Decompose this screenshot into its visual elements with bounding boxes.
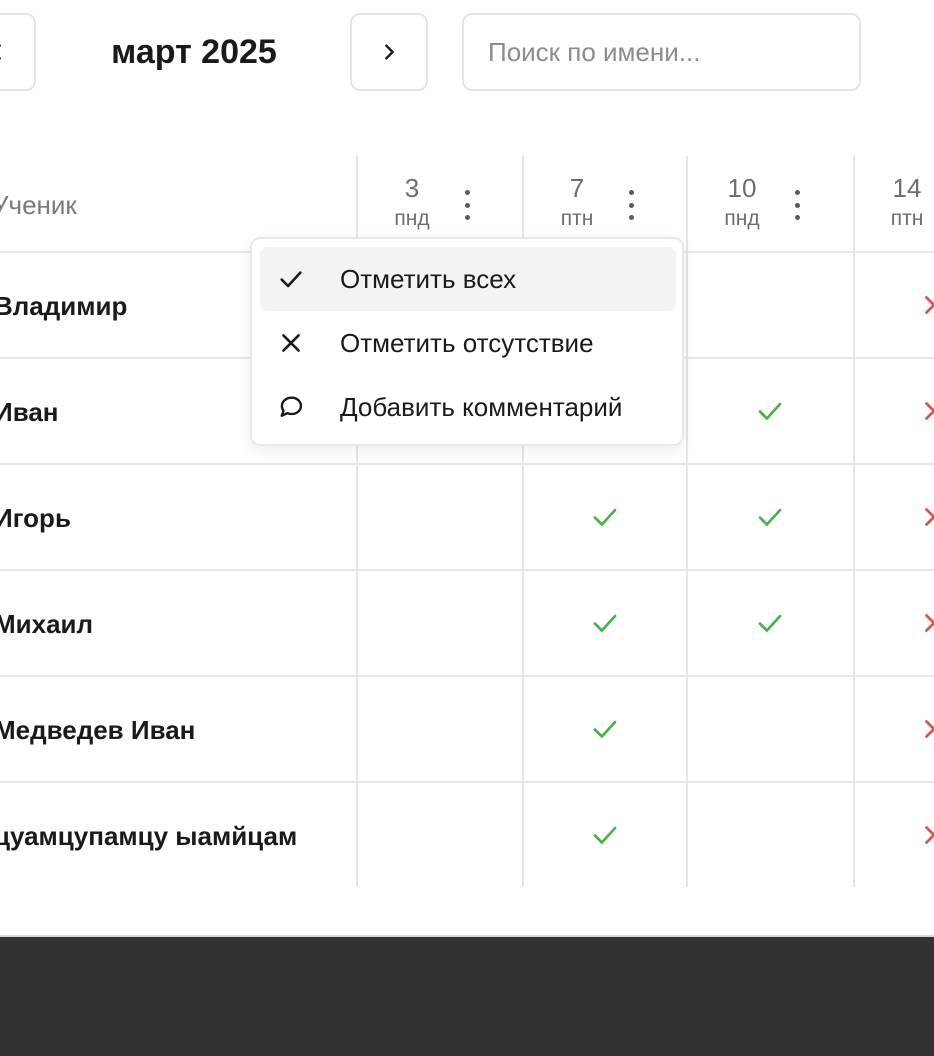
absent-x-icon[interactable] [919, 820, 934, 850]
date-column-header: 7 птн [522, 170, 632, 232]
menu-item-label: Отметить отсутствие [340, 327, 594, 358]
date-day: 14 [892, 173, 922, 203]
search-input[interactable] [464, 15, 859, 89]
present-check-icon[interactable] [755, 396, 785, 426]
present-check-icon[interactable] [755, 608, 785, 638]
menu-item-add-comment[interactable]: Добавить комментарий [260, 375, 676, 439]
chevron-left-icon [0, 44, 1, 60]
menu-item-mark-all[interactable]: Отметить всех [260, 247, 676, 311]
date-context-menu: Отметить всех Отметить отсутствие Добави… [250, 237, 684, 446]
search-field[interactable] [462, 13, 861, 91]
chevron-right-icon [385, 44, 394, 60]
date-day: 7 [569, 173, 585, 203]
row-divider [0, 781, 934, 783]
menu-item-mark-absent[interactable]: Отметить отсутствие [260, 311, 676, 375]
date-column-header: 3 пнд [357, 170, 467, 232]
row-divider [0, 463, 934, 465]
date-column-header: 14 птн [852, 170, 934, 232]
present-check-icon[interactable] [590, 608, 620, 638]
student-column-header: Ученик [0, 190, 77, 220]
row-divider [0, 675, 934, 677]
date-day: 3 [404, 173, 420, 203]
next-month-button[interactable] [350, 13, 428, 91]
absent-x-icon[interactable] [919, 714, 934, 744]
present-check-icon[interactable] [590, 820, 620, 850]
current-month-label: март 2025 [111, 33, 277, 71]
present-check-icon[interactable] [755, 502, 785, 532]
menu-item-label: Отметить всех [340, 263, 517, 294]
date-weekday: птн [560, 207, 594, 230]
date-menu-kebab-icon[interactable] [460, 190, 474, 220]
footer-bar [0, 937, 934, 1056]
prev-month-button[interactable] [0, 13, 36, 91]
student-name: цуамцупамцу ыамйцам [0, 821, 298, 851]
date-menu-kebab-icon[interactable] [624, 190, 638, 220]
column-divider [686, 156, 688, 887]
date-weekday: птн [890, 207, 924, 230]
row-divider [0, 569, 934, 571]
date-menu-kebab-icon[interactable] [790, 190, 804, 220]
student-name: Михаил [0, 609, 94, 639]
date-column-header: 10 пнд [687, 170, 797, 232]
student-name: Игорь [0, 503, 71, 533]
absent-x-icon[interactable] [919, 502, 934, 532]
present-check-icon[interactable] [590, 714, 620, 744]
absent-x-icon[interactable] [919, 608, 934, 638]
absent-x-icon[interactable] [919, 396, 934, 426]
student-name: Иван [0, 397, 59, 427]
present-check-icon[interactable] [590, 502, 620, 532]
check-icon [276, 264, 306, 294]
date-weekday: пнд [394, 207, 430, 230]
student-name: Владимир [0, 291, 128, 321]
comment-icon [276, 392, 306, 422]
absent-x-icon[interactable] [919, 290, 934, 320]
column-divider [853, 156, 855, 887]
menu-item-label: Добавить комментарий [340, 391, 623, 422]
attendance-page: март 2025 Ученик 3 пнд 7 птн 10 пнд 14 п… [0, 0, 934, 1056]
student-name: Медведев Иван [0, 715, 196, 745]
date-weekday: пнд [724, 207, 760, 230]
date-day: 10 [727, 173, 757, 203]
x-icon [276, 328, 306, 358]
